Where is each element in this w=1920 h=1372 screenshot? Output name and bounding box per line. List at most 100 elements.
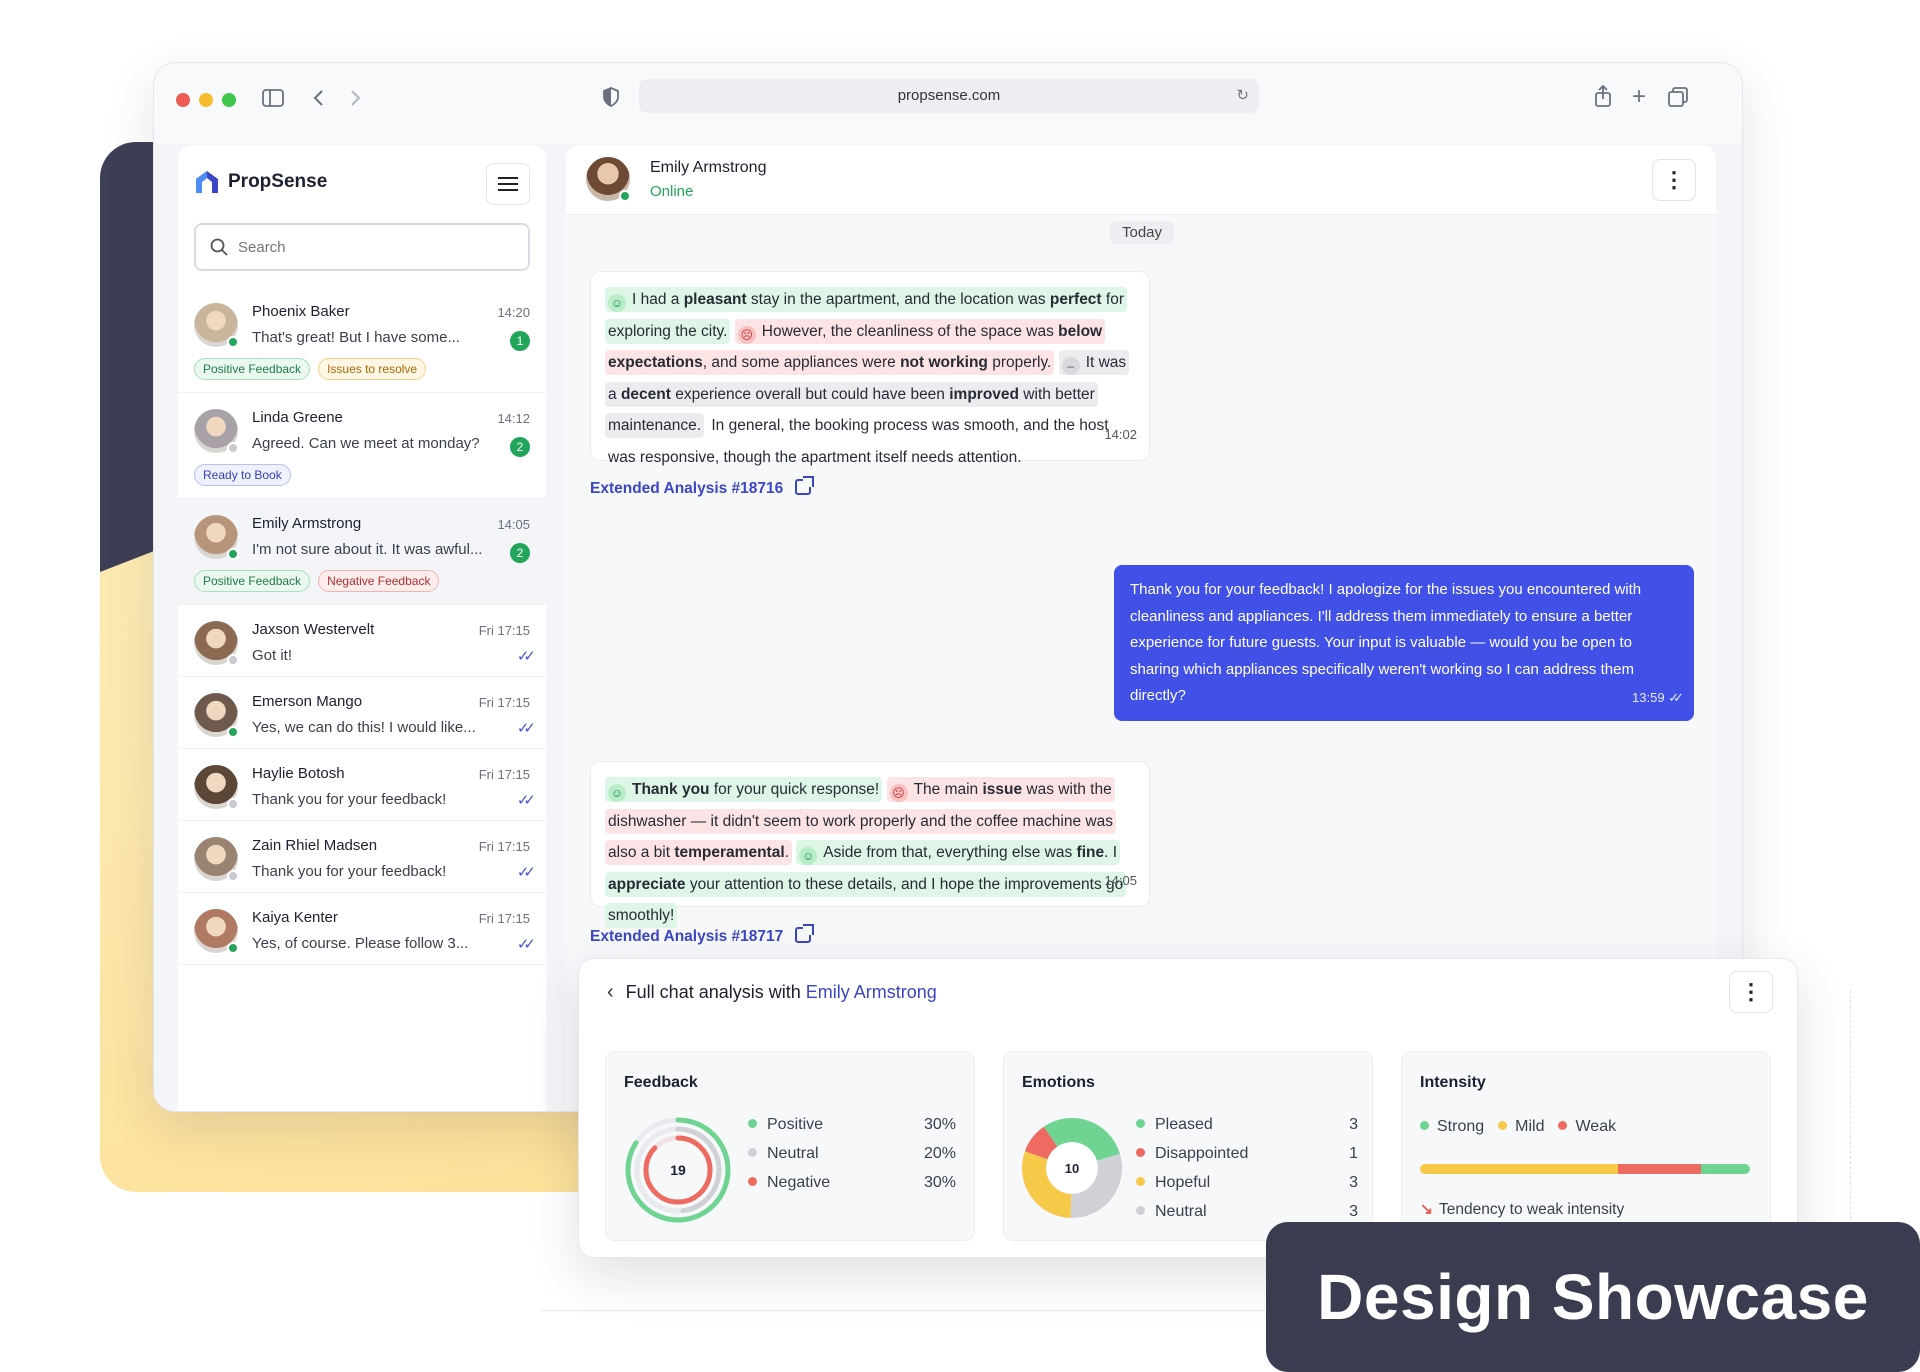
analysis-title: ‹ Full chat analysis with Emily Armstrong — [607, 981, 937, 1004]
back-arrow-icon[interactable] — [312, 89, 324, 111]
conversation-time: 14:05 — [497, 517, 530, 532]
conversation-preview: Thank you for your feedback! — [252, 791, 447, 808]
legend-item: Neutral 20% — [748, 1145, 956, 1174]
share-icon[interactable] — [1594, 84, 1612, 111]
shield-icon[interactable] — [602, 87, 620, 111]
back-chevron-icon[interactable]: ‹ — [607, 981, 614, 1003]
extended-analysis-link[interactable]: Extended Analysis #18716 — [590, 476, 815, 498]
conversation-item[interactable]: Jaxson Westervelt Fri 17:15 Got it! ✓✓ — [178, 605, 546, 677]
legend-dot — [748, 1119, 757, 1128]
conversation-name: Emily Armstrong — [252, 515, 362, 532]
contact-avatar[interactable] — [586, 157, 631, 202]
address-bar[interactable]: propsense.com ↻ — [639, 79, 1259, 113]
more-vertical-icon: ⋮ — [1663, 167, 1685, 192]
conversation-tags: Ready to Book — [194, 464, 530, 486]
stage: propsense.com ↻ + PropSense Search Phoen… — [0, 0, 1920, 1372]
conversation-item[interactable]: Haylie Botosh Fri 17:15 Thank you for your… — [178, 749, 546, 821]
tag-book[interactable]: Ready to Book — [194, 464, 291, 486]
legend-label: Pleased — [1155, 1116, 1213, 1133]
intensity-legend-item: Strong — [1420, 1118, 1484, 1136]
feedback-total: 19 — [670, 1162, 686, 1178]
analysis-options-button[interactable]: ⋮ — [1729, 971, 1773, 1013]
extended-analysis-link-text: Extended Analysis #18717 — [590, 928, 784, 945]
conversation-item[interactable]: Phoenix Baker 14:20 That's great! But I ha… — [178, 287, 546, 393]
double-check-icon: ✓✓ — [516, 936, 536, 953]
legend-dot — [748, 1177, 757, 1186]
search-box[interactable] — [194, 223, 530, 271]
double-check-icon: ✓✓ — [516, 864, 536, 881]
legend-dot — [1498, 1121, 1508, 1130]
intensity-legend: Strong Mild Weak — [1420, 1118, 1616, 1136]
avatar[interactable] — [194, 693, 239, 738]
intensity-card-title: Intensity — [1420, 1074, 1486, 1091]
conversation-item[interactable]: Linda Greene 14:12 Agreed. Can we meet at … — [178, 393, 546, 499]
tag-pos[interactable]: Positive Feedback — [194, 570, 311, 592]
avatar[interactable] — [194, 621, 239, 666]
outgoing-message-time: 13:59 ✓✓ — [1632, 689, 1684, 705]
legend-dot — [1136, 1206, 1145, 1215]
legend-value: 20% — [923, 1145, 956, 1162]
conversation-item[interactable]: Kaiya Kenter Fri 17:15 Yes, of course. Ple… — [178, 893, 546, 965]
double-check-icon: ✓✓ — [516, 720, 536, 737]
legend-item: Disappointed 1 — [1136, 1145, 1358, 1174]
outgoing-message-text: Thank you for your feedback! I apologize… — [1130, 581, 1642, 704]
avatar[interactable] — [194, 837, 239, 882]
feedback-card: Feedback 19 Positive 30% Neutral 20% Negativ… — [605, 1051, 975, 1241]
avatar[interactable] — [194, 765, 239, 810]
emotions-card: Emotions 10 Pleased 3 Disappointed 1 Hopeful… — [1003, 1051, 1373, 1241]
external-link-icon — [795, 476, 815, 495]
status-dot — [227, 548, 239, 560]
chat-header: Emily Armstrong Online ⋮ — [566, 145, 1716, 215]
tabs-overview-icon[interactable] — [1668, 87, 1688, 111]
conversation-time: Fri 17:15 — [478, 767, 530, 782]
status-dot — [227, 870, 239, 882]
neutral-face-icon: – — [1061, 357, 1080, 375]
legend-dot — [1136, 1177, 1145, 1186]
conversation-item[interactable]: Emily Armstrong 14:05 I'm not sure about i… — [178, 499, 546, 605]
conversation-item[interactable]: Emerson Mango Fri 17:15 Yes, we can do thi… — [178, 677, 546, 749]
analysis-contact-name[interactable]: Emily Armstrong — [806, 982, 937, 1002]
conversation-time: 14:12 — [497, 411, 530, 426]
sidebar-toggle-icon[interactable] — [262, 89, 284, 111]
chat-options-button[interactable]: ⋮ — [1652, 159, 1696, 201]
close-window-button[interactable] — [176, 93, 190, 107]
minimize-window-button[interactable] — [199, 93, 213, 107]
search-input[interactable] — [238, 238, 518, 256]
conversation-name: Phoenix Baker — [252, 303, 350, 320]
legend-label: Hopeful — [1155, 1174, 1211, 1191]
reload-icon[interactable]: ↻ — [1236, 79, 1249, 113]
forward-arrow-icon[interactable] — [350, 89, 362, 111]
conversation-preview: Yes, of course. Please follow 3... — [252, 935, 469, 952]
outgoing-message: Thank you for your feedback! I apologize… — [1114, 565, 1694, 721]
conversation-preview: I'm not sure about it. It was awful... — [252, 541, 483, 558]
day-separator: Today — [1110, 221, 1175, 244]
conversation-item[interactable]: Zain Rhiel Madsen Fri 17:15 Thank you for … — [178, 821, 546, 893]
intensity-bar-segment — [1700, 1164, 1750, 1174]
tag-res[interactable]: Issues to resolve — [318, 358, 427, 380]
contact-name: Emily Armstrong — [650, 159, 767, 176]
extended-analysis-link-text: Extended Analysis #18716 — [590, 480, 784, 497]
feedback-card-title: Feedback — [624, 1074, 698, 1091]
tag-pos[interactable]: Positive Feedback — [194, 358, 311, 380]
status-dot — [227, 798, 239, 810]
message-time: 14:05 — [1104, 872, 1137, 888]
conversation-preview: Got it! — [252, 647, 293, 664]
incoming-message: ☺ Thank you for your quick response! ☹ The… — [590, 761, 1150, 928]
propsense-logo-icon — [194, 169, 220, 195]
avatar[interactable] — [194, 515, 239, 560]
status-dot — [227, 726, 239, 738]
maximize-window-button[interactable] — [222, 93, 236, 107]
new-tab-plus-icon[interactable]: + — [1632, 85, 1646, 109]
status-dot — [227, 654, 239, 666]
double-check-icon: ✓✓ — [516, 648, 536, 665]
avatar[interactable] — [194, 409, 239, 454]
tag-neg[interactable]: Negative Feedback — [318, 570, 440, 592]
intensity-bar-segment — [1618, 1164, 1701, 1174]
menu-button[interactable] — [486, 163, 530, 205]
avatar[interactable] — [194, 909, 239, 954]
avatar[interactable] — [194, 303, 239, 348]
emotions-legend: Pleased 3 Disappointed 1 Hopeful 3 Neutral 3 — [1136, 1116, 1358, 1232]
extended-analysis-link[interactable]: Extended Analysis #18717 — [590, 924, 815, 946]
conversations-sidebar: PropSense Phoenix Baker 14:20 That's great… — [178, 145, 546, 1111]
brand[interactable]: PropSense — [194, 169, 327, 195]
